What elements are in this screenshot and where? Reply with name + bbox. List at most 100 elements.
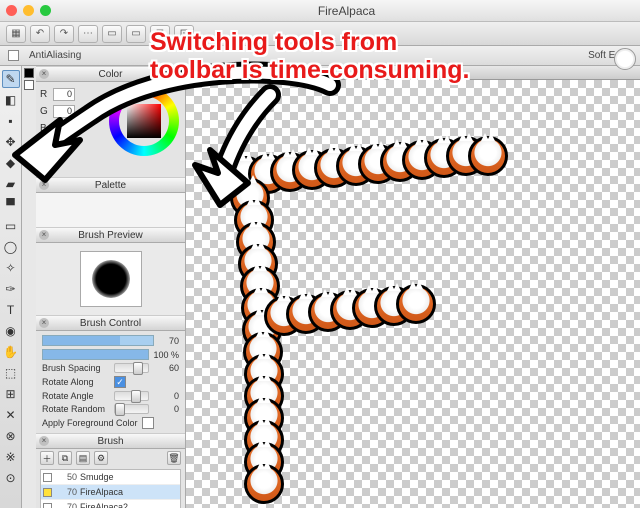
close-window-button[interactable]	[6, 5, 17, 16]
brush-spacing-label: Brush Spacing	[42, 363, 110, 373]
brush-preview-dot	[92, 260, 130, 298]
delete-brush-button[interactable]: 🗑	[167, 451, 181, 465]
tool-options-bar: AntiAliasing Soft Edge	[0, 46, 640, 66]
undo-button[interactable]: ↶	[30, 25, 50, 43]
close-icon[interactable]: ×	[39, 180, 49, 190]
color-panel: R0 G0 B0	[36, 82, 185, 177]
brush-color-swatch	[43, 473, 52, 482]
brush-color-swatch	[43, 488, 52, 497]
toolbar-btn-8[interactable]: ⊡	[174, 25, 194, 43]
dup-brush-button[interactable]: ⧉	[58, 451, 72, 465]
brush-size-bar[interactable]	[42, 335, 154, 346]
hand-tool[interactable]: ✋	[2, 343, 20, 361]
antialias-label: AntiAliasing	[29, 50, 81, 61]
canvas-area[interactable]	[186, 66, 640, 508]
brush-tool[interactable]: ✎	[2, 70, 20, 88]
background-swatch[interactable]	[24, 80, 34, 90]
snap2-tool[interactable]: ⊗	[2, 427, 20, 445]
toolbar-btn-6[interactable]: ▭	[126, 25, 146, 43]
brush-row-size: 70	[55, 487, 77, 497]
preview-panel-header: × Brush Preview	[36, 227, 185, 243]
apply-fg-label: Apply Foreground Color	[42, 418, 138, 428]
mascot-icon	[614, 48, 636, 70]
rotate-angle-value: 0	[153, 391, 179, 401]
apply-fg-checkbox[interactable]	[142, 417, 154, 429]
brush-row-name: FireAlpaca	[80, 487, 123, 497]
rotate-along-checkbox[interactable]	[114, 376, 126, 388]
b-input[interactable]: 0	[53, 122, 75, 135]
main-toolbar: ▦ ↶ ↷ ⋯ ▭ ▭ ⊞ ⊡	[0, 22, 640, 46]
brush-panel-header: × Brush	[36, 433, 185, 449]
rotate-angle-label: Rotate Angle	[42, 391, 110, 401]
brush-control-panel: 70 100 % Brush Spacing 60 Rotate Along R…	[36, 331, 185, 433]
r-input[interactable]: 0	[53, 88, 75, 101]
brush-spacing-value: 60	[153, 363, 179, 373]
color-panel-header: × Color	[36, 66, 185, 82]
brush-color-swatch	[43, 503, 52, 508]
brush-tool-3[interactable]: ▤	[76, 451, 90, 465]
brush-list[interactable]: 50 Smudge 70 FireAlpaca 70 FireAlpaca2 1…	[40, 469, 181, 508]
dot-tool[interactable]: ▪	[2, 112, 20, 130]
tools-sidebar: ✎ ◧ ▪ ✥ ◆ ▰ ▀ ▭ ◯ ✧ ✑ T ◉ ✋ ⬚ ⊞ ✕ ⊗ ※ ⊙	[0, 66, 22, 508]
toolbar-btn-7[interactable]: ⊞	[150, 25, 170, 43]
rotate-along-label: Rotate Along	[42, 377, 110, 387]
brush-spacing-slider[interactable]	[114, 363, 149, 373]
brush-row-name: FireAlpaca2	[80, 502, 128, 508]
brush-tool-4[interactable]: ⚙	[94, 451, 108, 465]
brush-row-name: Smudge	[80, 472, 114, 482]
fill-tool[interactable]: ◆	[2, 154, 20, 172]
brush-control-header: × Brush Control	[36, 315, 185, 331]
lasso-tool[interactable]: ◯	[2, 238, 20, 256]
brush-panel-tools: ＋ ⧉ ▤ ⚙ 🗑	[36, 449, 185, 467]
g-label: G	[40, 106, 50, 117]
close-icon[interactable]: ×	[39, 69, 49, 79]
text-tool[interactable]: T	[2, 301, 20, 319]
minimize-window-button[interactable]	[23, 5, 34, 16]
snap3-tool[interactable]: ※	[2, 448, 20, 466]
titlebar: FireAlpaca	[0, 0, 640, 22]
brush-row[interactable]: 70 FireAlpaca	[41, 485, 180, 500]
palette-panel-title: Palette	[95, 180, 126, 191]
object-tool[interactable]: ⬚	[2, 364, 20, 382]
brush-control-title: Brush Control	[80, 318, 141, 329]
select-tool[interactable]: ▭	[2, 217, 20, 235]
zoom-window-button[interactable]	[40, 5, 51, 16]
color-square[interactable]	[127, 104, 161, 138]
move-tool[interactable]: ✥	[2, 133, 20, 151]
gradient-tool[interactable]: ▀	[2, 196, 20, 214]
panels-column: × Color R0 G0 B0 × Palette × Brush Previ…	[36, 66, 186, 508]
palette-panel[interactable]	[36, 193, 185, 227]
divide-tool[interactable]: ⊞	[2, 385, 20, 403]
redo-button[interactable]: ↷	[54, 25, 74, 43]
brush-opacity-bar[interactable]	[42, 349, 149, 360]
rotate-random-label: Rotate Random	[42, 404, 110, 414]
b-label: B	[40, 123, 50, 134]
foreground-swatch[interactable]	[24, 68, 34, 78]
toolbar-btn-5[interactable]: ▭	[102, 25, 122, 43]
app-title: FireAlpaca	[59, 4, 634, 18]
eyedropper-tool[interactable]: ◉	[2, 322, 20, 340]
brush-opacity-value: 100 %	[153, 350, 179, 360]
g-input[interactable]: 0	[53, 105, 75, 118]
snap4-tool[interactable]: ⊙	[2, 469, 20, 487]
add-brush-button[interactable]: ＋	[40, 451, 54, 465]
pen-tool[interactable]: ✑	[2, 280, 20, 298]
brush-row[interactable]: 50 Smudge	[41, 470, 180, 485]
snap-tool[interactable]: ✕	[2, 406, 20, 424]
new-file-button[interactable]: ▦	[6, 25, 26, 43]
close-icon[interactable]: ×	[39, 230, 49, 240]
brush-size-value: 70	[158, 336, 179, 346]
rotate-random-value: 0	[153, 404, 179, 414]
rotate-random-slider[interactable]	[114, 404, 149, 414]
close-icon[interactable]: ×	[39, 436, 49, 446]
eraser-tool[interactable]: ◧	[2, 91, 20, 109]
close-icon[interactable]: ×	[39, 318, 49, 328]
rotate-angle-slider[interactable]	[114, 391, 149, 401]
color-panel-title: Color	[99, 69, 123, 80]
wand-tool[interactable]: ✧	[2, 259, 20, 277]
antialias-checkbox[interactable]	[8, 50, 19, 61]
brush-row[interactable]: 70 FireAlpaca2	[41, 500, 180, 508]
bucket-tool[interactable]: ▰	[2, 175, 20, 193]
toolbar-btn-4[interactable]: ⋯	[78, 25, 98, 43]
brush-panel-title: Brush	[97, 436, 123, 447]
